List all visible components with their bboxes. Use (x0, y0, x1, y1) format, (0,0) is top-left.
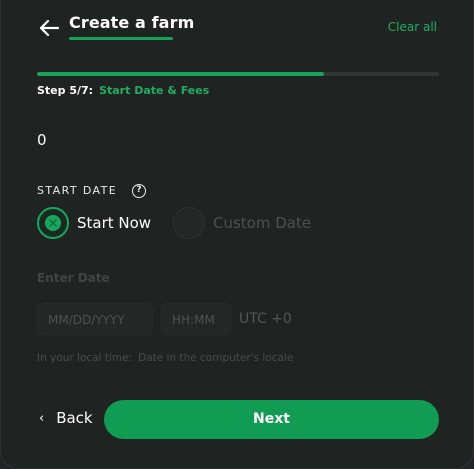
back-label: Back (56, 409, 93, 427)
back-button[interactable]: ‹ Back (39, 409, 93, 427)
chevron-left-icon: ‹ (39, 411, 45, 426)
local-time-label: In your local time: (37, 352, 133, 364)
question-circle-icon[interactable]: ? (132, 184, 146, 198)
enter-date-label: Enter Date (37, 271, 110, 285)
progress-fill (37, 72, 325, 76)
page-title: Create a farm (69, 13, 195, 32)
time-input[interactable]: HH:MM (161, 303, 231, 335)
next-button[interactable]: Next (104, 400, 439, 439)
start-date-label: START DATE (37, 184, 118, 197)
custom-date-radio[interactable] (173, 207, 205, 239)
custom-date-label[interactable]: Custom Date (213, 214, 311, 232)
clear-all-button[interactable]: Clear all (388, 20, 437, 34)
progress-bar (37, 72, 439, 76)
local-time-row: In your local time: Date in the computer'… (37, 352, 293, 364)
value-display: 0 (37, 131, 47, 149)
title-underline (69, 37, 173, 40)
step-name: Start Date & Fees (99, 84, 210, 97)
start-now-label[interactable]: Start Now (77, 214, 151, 232)
step-indicator: Step 5/7: Start Date & Fees (37, 84, 209, 97)
radio-selected-dot (45, 215, 61, 231)
local-time-value: Date in the computer's locale (138, 352, 294, 364)
start-now-radio[interactable] (37, 207, 69, 239)
step-count: Step 5/7: (37, 84, 94, 97)
arrow-left-icon[interactable] (37, 17, 61, 39)
create-farm-panel: Create a farm Clear all Step 5/7: Start D… (0, 0, 474, 469)
timezone-label: UTC +0 (239, 311, 292, 327)
date-input[interactable]: MM/DD/YYYY (37, 303, 153, 335)
